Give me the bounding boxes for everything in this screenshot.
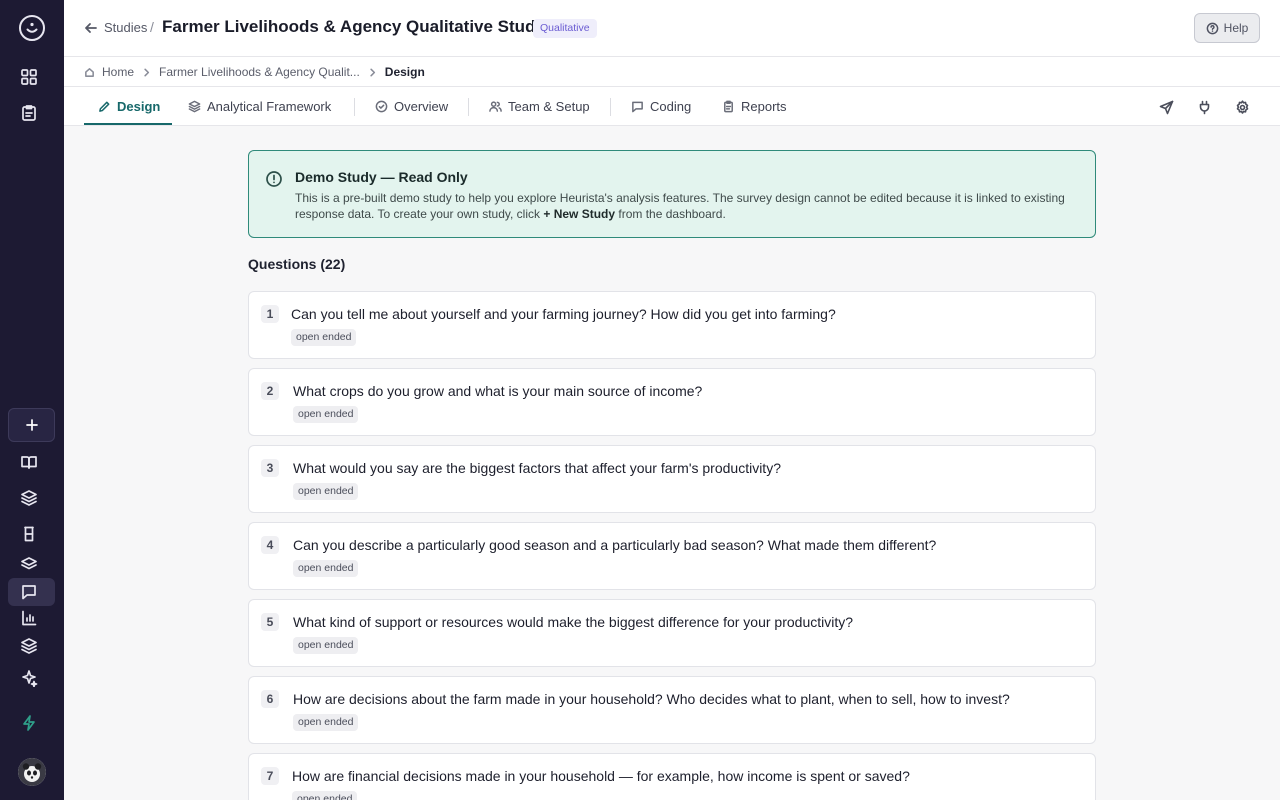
bar-chart-icon[interactable] — [14, 603, 44, 633]
pencil-icon — [99, 101, 110, 112]
question-number: 2 — [261, 382, 279, 400]
clipboard-icon — [724, 100, 733, 113]
plug-icon[interactable] — [1194, 97, 1214, 117]
question-card[interactable]: 5 What kind of support or resources woul… — [248, 599, 1096, 667]
tab-label: Analytical Framework — [207, 99, 332, 114]
question-type-tag: open ended — [293, 714, 359, 731]
notice-title: Demo Study — Read Only — [295, 169, 468, 185]
chevron-right-icon — [144, 68, 150, 76]
home-icon — [85, 67, 94, 77]
notice-body: This is a pre-built demo study to help y… — [295, 190, 1085, 222]
gear-icon[interactable] — [1232, 97, 1252, 117]
question-type-tag: open ended — [293, 560, 359, 577]
tab-design[interactable]: Design — [98, 87, 160, 126]
question-number: 7 — [261, 767, 279, 785]
tab-label: Design — [117, 99, 161, 114]
send-icon[interactable] — [1156, 97, 1176, 117]
question-type-tag: open ended — [291, 329, 357, 346]
question-type-tag: open ended — [293, 637, 359, 654]
tab-label: Overview — [394, 99, 449, 114]
top-header: Studies / Farmer Livelihoods & Agency Qu… — [64, 0, 1280, 57]
breadcrumb-study[interactable]: Farmer Livelihoods & Agency Qualit... — [159, 65, 360, 79]
question-card[interactable]: 6 How are decisions about the farm made … — [248, 676, 1096, 744]
dashboard-icon[interactable] — [14, 62, 44, 92]
back-label: Studies — [104, 20, 148, 35]
demo-read-only-notice: Demo Study — Read Only This is a pre-bui… — [248, 150, 1096, 238]
back-to-studies-link[interactable]: Studies — [84, 20, 147, 35]
breadcrumb-home[interactable]: Home — [102, 65, 134, 79]
tab-label: Team & Setup — [508, 99, 590, 114]
page-title: Farmer Livelihoods & Agency Qualitative … — [162, 17, 545, 36]
new-study-button[interactable] — [8, 408, 55, 442]
check-circle-icon — [375, 100, 388, 113]
layers-icon[interactable] — [14, 483, 44, 513]
notice-body-suffix: from the dashboard. — [615, 207, 726, 221]
question-text: Can you tell me about yourself and your … — [291, 306, 836, 322]
alert-circle-icon — [265, 170, 283, 188]
tab-label: Reports — [741, 99, 787, 114]
user-avatar[interactable] — [18, 758, 46, 786]
tab-reports[interactable]: Reports — [722, 87, 787, 126]
tab-divider — [354, 98, 355, 116]
app-logo-icon[interactable] — [17, 13, 47, 43]
arrow-left-icon — [85, 22, 97, 33]
notice-new-study-emphasis: + New Study — [543, 207, 616, 221]
sparkles-icon[interactable] — [14, 663, 44, 693]
question-text: What kind of support or resources would … — [293, 614, 854, 630]
layers-icon — [188, 100, 201, 113]
tab-label: Coding — [650, 99, 692, 114]
question-card[interactable]: 3 What would you say are the biggest fac… — [248, 445, 1096, 513]
question-text: How are decisions about the farm made in… — [293, 691, 1010, 707]
tab-overview[interactable]: Overview — [375, 87, 448, 126]
question-card[interactable]: 1 Can you tell me about yourself and you… — [248, 291, 1096, 359]
tab-bar: Design Analytical Framework Overview Tea… — [64, 87, 1280, 126]
question-number: 5 — [261, 613, 279, 631]
active-tab-indicator — [84, 123, 172, 125]
tab-divider — [610, 98, 611, 116]
question-number: 1 — [261, 305, 279, 323]
tab-coding[interactable]: Coding — [631, 87, 691, 126]
users-icon — [489, 101, 502, 112]
question-number: 3 — [261, 459, 279, 477]
question-text: What crops do you grow and what is your … — [293, 383, 703, 399]
studies-clipboard-icon[interactable] — [14, 98, 44, 128]
layers-alt-icon[interactable] — [14, 631, 44, 661]
breadcrumb: Home Farmer Livelihoods & Agency Qualit.… — [64, 57, 1280, 87]
left-rail — [0, 0, 64, 800]
question-text: What would you say are the biggest facto… — [293, 460, 781, 476]
question-number: 4 — [261, 536, 279, 554]
book-icon[interactable] — [14, 447, 44, 477]
flask-icon[interactable] — [14, 519, 44, 549]
question-type-tag: open ended — [293, 483, 359, 500]
question-card[interactable]: 2 What crops do you grow and what is you… — [248, 368, 1096, 436]
lightning-icon[interactable] — [14, 708, 44, 738]
message-icon — [632, 101, 643, 113]
tab-divider — [468, 98, 469, 116]
question-card[interactable]: 4 Can you describe a particularly good s… — [248, 522, 1096, 590]
question-type-tag: open ended — [293, 406, 359, 423]
question-number: 6 — [261, 690, 279, 708]
question-circle-icon — [1206, 22, 1219, 34]
questions-heading: Questions (22) — [248, 256, 346, 272]
study-type-badge: Qualitative — [533, 19, 597, 38]
help-label: Help — [1223, 21, 1249, 35]
question-card[interactable]: 7 How are financial decisions made in yo… — [248, 753, 1096, 800]
tab-team-setup[interactable]: Team & Setup — [489, 87, 590, 126]
chevron-right-icon — [370, 68, 375, 76]
help-button[interactable]: Help — [1194, 13, 1260, 43]
title-separator: / — [150, 19, 154, 35]
tab-analytical-framework[interactable]: Analytical Framework — [188, 87, 331, 126]
question-type-tag: open ended — [292, 791, 358, 800]
breadcrumb-current: Design — [384, 65, 425, 79]
question-text: Can you describe a particularly good sea… — [293, 537, 937, 553]
stack-icon[interactable] — [14, 549, 44, 579]
question-text: How are financial decisions made in your… — [292, 768, 910, 784]
